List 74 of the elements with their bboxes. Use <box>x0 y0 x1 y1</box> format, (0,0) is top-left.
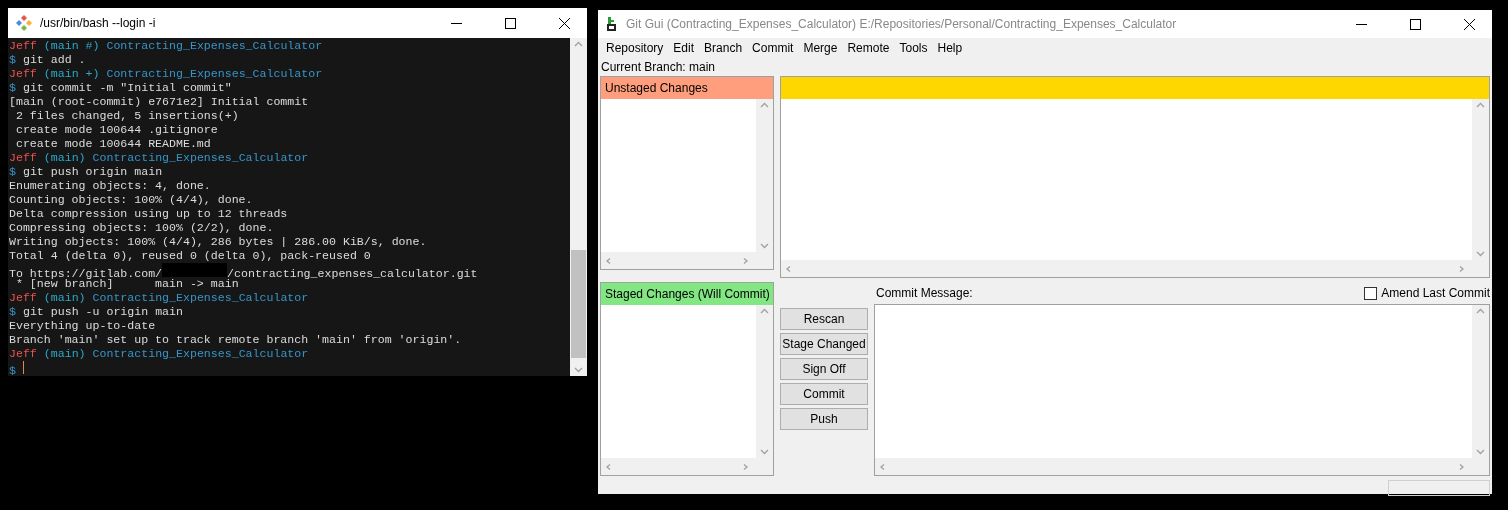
output-line: Writing objects: 100% (4/4), 286 bytes | 286.00 KiB/s, done. <box>9 235 427 248</box>
current-branch-label: Current Branch: main <box>601 60 716 75</box>
action-button[interactable]: Rescan <box>780 308 868 330</box>
chevron-down-icon[interactable] <box>1476 449 1485 455</box>
vertical-scrollbar[interactable] <box>1472 305 1489 458</box>
output-line: create mode 100644 README.md <box>14 137 211 150</box>
menu-item[interactable]: Remote <box>843 41 894 56</box>
prompt-line: Jeff (main) Contracting_Expenses_Calculator <box>9 347 310 361</box>
chevron-down-icon[interactable] <box>574 367 583 373</box>
action-button[interactable]: Commit <box>780 383 868 405</box>
horizontal-scrollbar[interactable] <box>875 458 1472 475</box>
minimize-icon <box>450 22 462 24</box>
output-line: To https://gitlab.com/ <box>9 267 163 280</box>
output-line: create mode 100644 .gitignore <box>14 123 218 136</box>
maximize-icon <box>504 17 516 29</box>
chevron-up-icon[interactable] <box>760 102 769 108</box>
unstaged-changes-header: Unstaged Changes <box>601 77 773 99</box>
prompt-line: Jeff (main) Contracting_Expenses_Calculator <box>9 291 310 305</box>
action-button[interactable]: Sign Off <box>780 358 868 380</box>
menu-item[interactable]: Tools <box>895 41 932 56</box>
vertical-scrollbar[interactable] <box>1472 99 1489 260</box>
chevron-up-icon[interactable] <box>574 41 583 47</box>
horizontal-scrollbar[interactable] <box>601 252 756 269</box>
menu-item[interactable]: Edit <box>669 41 699 56</box>
window-title: /usr/bin/bash --login -i <box>40 16 157 30</box>
command-line: $ git commit -m "Initial commit" <box>9 81 233 95</box>
output-line: Counting objects: 100% (4/4), done. <box>9 193 253 206</box>
output-line: 2 files changed, 5 insertions(+) <box>14 109 239 122</box>
prompt-symbol: $ <box>9 364 16 377</box>
output-line: Enumerating objects: 4, done. <box>9 179 211 192</box>
prompt-line: Jeff (main) Contracting_Expenses_Calculator <box>9 151 310 165</box>
commit-message-field[interactable] <box>874 304 1490 476</box>
prompt-line: Jeff (main #) Contracting_Expenses_Calculator <box>9 39 324 53</box>
horizontal-scrollbar[interactable] <box>601 458 756 475</box>
chevron-up-icon[interactable] <box>760 308 769 314</box>
output-line: Branch 'main' set up to track remote branch 'main' from 'origin'. <box>9 333 462 346</box>
amend-checkbox[interactable] <box>1364 286 1378 300</box>
close-icon <box>1463 18 1475 30</box>
horizontal-scrollbar[interactable] <box>781 260 1472 277</box>
menu-item[interactable]: Branch <box>700 41 747 56</box>
action-button[interactable]: Stage Changed <box>780 333 868 355</box>
amend-label: Amend Last Commit <box>1381 286 1490 300</box>
chevron-up-icon[interactable] <box>1476 102 1485 108</box>
text-cursor <box>22 361 24 374</box>
output-line: [main (root-commit) e7671e2] Initial commit <box>9 95 309 108</box>
staged-changes-header: Staged Changes (Will Commit) <box>601 283 773 305</box>
command-line: $ git push origin main <box>9 165 164 179</box>
output-line: Compressing objects: 100% (2/2), done. <box>9 221 274 234</box>
vertical-scrollbar[interactable] <box>570 38 587 376</box>
chevron-down-icon[interactable] <box>760 449 769 455</box>
command-line: $ git add . <box>9 53 87 67</box>
close-icon <box>558 17 570 29</box>
action-button[interactable]: Push <box>780 408 868 430</box>
output-line: Everything up-to-date <box>9 319 156 332</box>
commit-message-label: Commit Message: <box>876 286 973 300</box>
git-gui-icon <box>606 16 618 32</box>
menu-item[interactable]: Help <box>933 41 967 56</box>
chevron-up-icon[interactable] <box>1476 308 1485 314</box>
window-title: Git Gui (Contracting_Expenses_Calculator) E:/Repositories/Personal/Contracting_Expenses_Calculator <box>626 17 1178 31</box>
output-line: Delta compression using up to 12 threads <box>9 207 288 220</box>
menu-item[interactable]: Commit <box>748 41 798 56</box>
output-line: Total 4 (delta 0), reused 0 (delta 0), pack-reused 0 <box>9 249 371 262</box>
command-line: $ git push -u origin main <box>9 305 184 319</box>
maximize-icon <box>1409 18 1421 30</box>
git-logo-icon <box>16 15 32 31</box>
minimize-icon <box>1355 23 1367 25</box>
output-line: /contracting_expenses_calculator.git <box>227 267 478 280</box>
menu-item[interactable]: Merge <box>799 41 842 56</box>
vertical-scrollbar[interactable] <box>756 99 773 252</box>
prompt-line: Jeff (main +) Contracting_Expenses_Calculator <box>9 67 324 81</box>
menu-item[interactable]: Repository <box>602 41 668 56</box>
chevron-down-icon[interactable] <box>760 243 769 249</box>
chevron-down-icon[interactable] <box>1476 251 1485 257</box>
vertical-scrollbar[interactable] <box>756 305 773 458</box>
